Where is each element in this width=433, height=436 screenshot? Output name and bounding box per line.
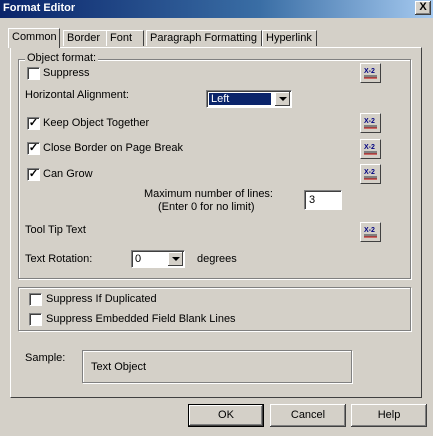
keep-together-formula-button[interactable]: X-2 xyxy=(360,113,381,133)
svg-text:X-2: X-2 xyxy=(364,118,375,125)
suppress-label: Suppress xyxy=(43,67,90,79)
formula-icon: X-2 xyxy=(364,169,377,180)
horizontal-alignment-value: Left xyxy=(209,93,271,105)
max-lines-value: 3 xyxy=(309,194,316,206)
keep-together-label: Keep Object Together xyxy=(43,117,150,129)
sample-text: Text Object xyxy=(91,361,147,373)
tab-common[interactable]: Common xyxy=(8,28,60,48)
can-grow-formula-button[interactable]: X-2 xyxy=(360,164,381,184)
svg-text:X-2: X-2 xyxy=(364,169,375,176)
suppress-embedded-blank-checkbox[interactable] xyxy=(29,313,42,326)
can-grow-checkbox[interactable]: ✓ xyxy=(27,168,40,181)
ok-button[interactable]: OK xyxy=(188,404,264,427)
suppress-embedded-blank-label: Suppress Embedded Field Blank Lines xyxy=(46,313,236,325)
horizontal-alignment-label: Horizontal Alignment: xyxy=(25,89,129,101)
can-grow-label: Can Grow xyxy=(43,168,93,180)
horizontal-alignment-dropdown[interactable]: Left xyxy=(206,90,292,108)
tab-border[interactable]: Border xyxy=(63,30,108,46)
close-border-formula-button[interactable]: X-2 xyxy=(360,139,381,159)
svg-text:X-2: X-2 xyxy=(364,227,375,234)
formula-icon: X-2 xyxy=(364,144,377,155)
formula-icon: X-2 xyxy=(364,68,377,79)
svg-text:X-2: X-2 xyxy=(364,68,375,75)
close-border-checkbox[interactable]: ✓ xyxy=(27,142,40,155)
close-button[interactable]: X xyxy=(415,1,431,15)
tab-paragraph-formatting[interactable]: Paragraph Formatting xyxy=(146,30,262,46)
close-border-label: Close Border on Page Break xyxy=(43,142,184,154)
max-lines-input[interactable]: 3 xyxy=(304,190,342,210)
formula-icon: X-2 xyxy=(364,118,377,129)
tooltip-label: Tool Tip Text xyxy=(25,224,86,236)
text-rotation-unit: degrees xyxy=(197,253,237,265)
window-title: Format Editor xyxy=(3,2,76,14)
keep-together-checkbox[interactable]: ✓ xyxy=(27,117,40,130)
object-format-label: Object format: xyxy=(25,52,99,64)
svg-text:X-2: X-2 xyxy=(364,144,375,151)
suppress-formula-button[interactable]: X-2 xyxy=(360,63,381,83)
formula-icon: X-2 xyxy=(364,227,377,238)
title-bar: Format Editor X xyxy=(0,0,433,18)
suppress-checkbox[interactable] xyxy=(27,67,40,80)
text-rotation-dropdown[interactable]: 0 xyxy=(131,250,185,268)
chevron-down-icon[interactable] xyxy=(168,252,183,266)
sample-preview: Text Object xyxy=(82,350,352,383)
suppress-if-duplicated-checkbox[interactable] xyxy=(29,293,42,306)
tab-hyperlink[interactable]: Hyperlink xyxy=(262,30,317,46)
max-lines-label: Maximum number of lines: xyxy=(144,188,273,200)
chevron-down-icon[interactable] xyxy=(275,92,290,106)
suppress-if-duplicated-label: Suppress If Duplicated xyxy=(46,293,157,305)
max-lines-hint: (Enter 0 for no limit) xyxy=(158,201,255,213)
tooltip-formula-button[interactable]: X-2 xyxy=(360,222,381,242)
text-rotation-label: Text Rotation: xyxy=(25,253,93,265)
cancel-button[interactable]: Cancel xyxy=(270,404,346,427)
text-rotation-value: 0 xyxy=(135,253,142,265)
tab-font[interactable]: Font xyxy=(106,30,144,46)
sample-label: Sample: xyxy=(25,352,66,364)
help-button[interactable]: Help xyxy=(351,404,427,427)
